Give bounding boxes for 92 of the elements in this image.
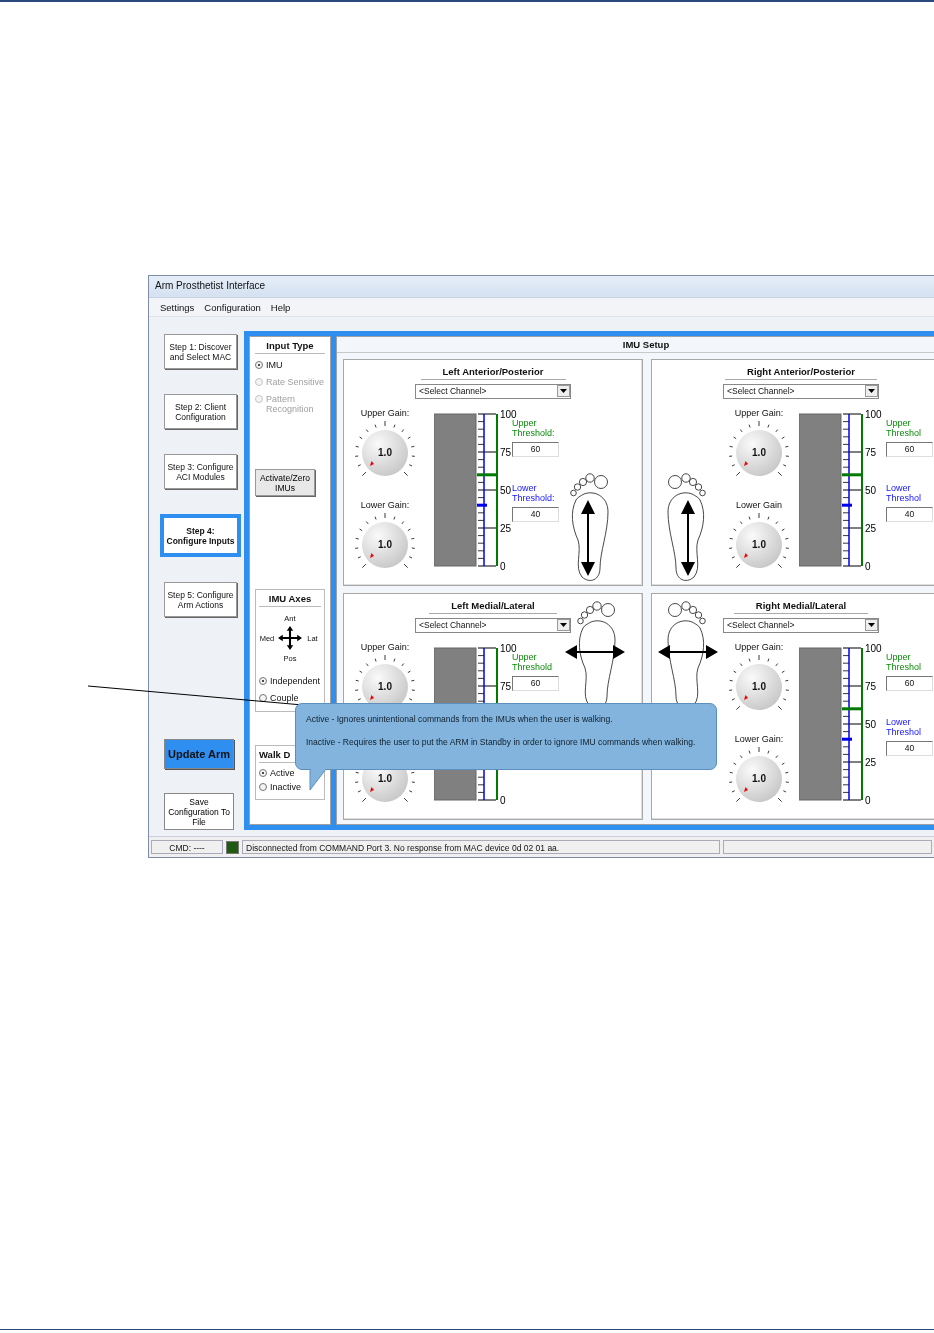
scale-label: 25 [865, 523, 877, 534]
scale-label: 50 [865, 485, 877, 496]
radio-button[interactable] [259, 677, 267, 685]
radio-label: Active [270, 768, 295, 778]
threshold-label: Upper Threshol [886, 652, 922, 672]
scale-label: 0 [865, 561, 871, 570]
cross-arrows-icon [278, 626, 302, 650]
radio-label: Independent [270, 676, 321, 686]
panel-title: Left Medial/Lateral [429, 600, 557, 614]
radio-button[interactable] [259, 694, 267, 702]
step-button[interactable]: Step 1: Discover and Select MAC [164, 334, 237, 369]
panel-title: IMU Setup [622, 339, 670, 350]
upper-threshold-marker[interactable] [477, 473, 498, 477]
gain-label: Lower Gain [736, 500, 782, 510]
lower-threshold-marker[interactable] [842, 503, 852, 507]
window-title: Arm Prosthetist Interface [149, 276, 934, 297]
scale-label: 75 [500, 681, 512, 692]
scale-label: 0 [500, 795, 506, 804]
gain-knob[interactable]: 1.0 [726, 512, 792, 578]
threshold-label: Lower Threshol [886, 483, 922, 503]
threshold-label: Upper Threshold [512, 652, 554, 672]
gain-label: Upper Gain: [360, 642, 410, 652]
upper-threshold-marker[interactable] [842, 473, 863, 477]
threshold-field[interactable]: 40 [886, 507, 933, 522]
gain-label: Lower Gain: [734, 734, 784, 744]
tooltip-text: Active - Ignores unintentional commands from the IMUs when the user is walking. [306, 713, 614, 725]
threshold-field[interactable]: 60 [512, 442, 559, 457]
scale-label: 100 [500, 644, 517, 654]
scale-label: 50 [865, 719, 877, 730]
gain-knob[interactable]: 1.0 [726, 420, 792, 486]
scale-label: 75 [865, 447, 877, 458]
scale-label: 100 [865, 410, 882, 420]
radio-button[interactable] [259, 783, 267, 791]
gain-knob[interactable]: 1.0 [352, 512, 418, 578]
scale-label: 0 [500, 561, 506, 570]
radio-label: IMU [266, 360, 283, 370]
tooltip-text: Inactive - Requires the user to put the ARM in Standby in order to ignore IMU commands when walking. [306, 736, 697, 748]
scale-label: 100 [865, 644, 882, 654]
upper-threshold-marker[interactable] [842, 707, 863, 711]
group-title: Input Type [255, 340, 325, 354]
connection-indicator-icon [226, 840, 239, 854]
activate-button[interactable]: Activate/Zero IMUs [255, 469, 315, 496]
channel-dropdown[interactable]: <Select Channel> [723, 383, 879, 399]
channel-dropdown[interactable]: <Select Channel> [723, 617, 879, 633]
menu-item[interactable]: Help [265, 301, 296, 313]
step-button[interactable]: Step 2: Client Configuration [164, 394, 237, 429]
scale-label: 100 [500, 410, 517, 420]
gain-knob[interactable]: 1.0 [726, 746, 792, 812]
threshold-field[interactable]: 60 [886, 442, 933, 457]
threshold-label: Upper Threshold: [512, 418, 556, 438]
gain-label: Upper Gain: [734, 642, 784, 652]
scale-label: 0 [865, 795, 871, 804]
group-title: IMU Axes [259, 593, 321, 607]
gain-label: Upper Gain: [360, 408, 410, 418]
threshold-label: Lower Threshold: [512, 483, 556, 503]
gain-knob[interactable]: 1.0 [726, 654, 792, 720]
lower-threshold-marker[interactable] [477, 503, 487, 507]
scale-label: 75 [865, 681, 877, 692]
scale-label: 75 [500, 447, 512, 458]
gain-label: Lower Gain: [360, 500, 410, 510]
radio-label: Couple [270, 693, 299, 703]
radio-label: Pattern Recognition [266, 394, 315, 414]
panel-title: Right Medial/Lateral [733, 600, 869, 614]
update-button[interactable]: Update Arm [164, 739, 234, 769]
menu-item[interactable]: Configuration [199, 301, 266, 313]
radio-button[interactable] [259, 769, 267, 777]
radio-label: Rate Sensitive [266, 377, 325, 387]
gain-knob[interactable]: 1.0 [352, 420, 418, 486]
menu-item[interactable]: Settings [155, 301, 200, 313]
lower-threshold-marker[interactable] [842, 737, 852, 741]
step-button[interactable]: Step 5: Configure Arm Actions [164, 582, 237, 617]
radio-label: Inactive [270, 782, 302, 792]
threshold-field[interactable]: 40 [886, 741, 933, 756]
radio-button[interactable] [255, 361, 263, 369]
scale-label: 25 [500, 523, 512, 534]
gain-label: Upper Gain: [734, 408, 784, 418]
threshold-field[interactable]: 60 [886, 676, 933, 691]
threshold-label: Lower Threshol [886, 717, 922, 737]
save-button[interactable]: Save Configuration To File [164, 793, 234, 830]
scale-label: 50 [500, 485, 512, 496]
threshold-field[interactable]: 60 [512, 676, 559, 691]
step-button[interactable]: Step 4: Configure Inputs [160, 514, 241, 557]
channel-dropdown[interactable]: <Select Channel> [415, 383, 571, 399]
step-button[interactable]: Step 3: Configure ACI Modules [164, 454, 237, 489]
threshold-label: Upper Threshol [886, 418, 922, 438]
command-status: CMD: ---- [151, 840, 223, 854]
scale-label: 25 [865, 757, 877, 768]
threshold-field[interactable]: 40 [512, 507, 559, 522]
status-message: Disconnected from COMMAND Port 3. No response from MAC device 0d 02 01 aa. [242, 840, 720, 854]
panel-title: Left Anterior/Posterior [420, 366, 566, 380]
panel-title: Right Anterior/Posterior [725, 366, 877, 380]
channel-dropdown[interactable]: <Select Channel> [415, 617, 571, 633]
